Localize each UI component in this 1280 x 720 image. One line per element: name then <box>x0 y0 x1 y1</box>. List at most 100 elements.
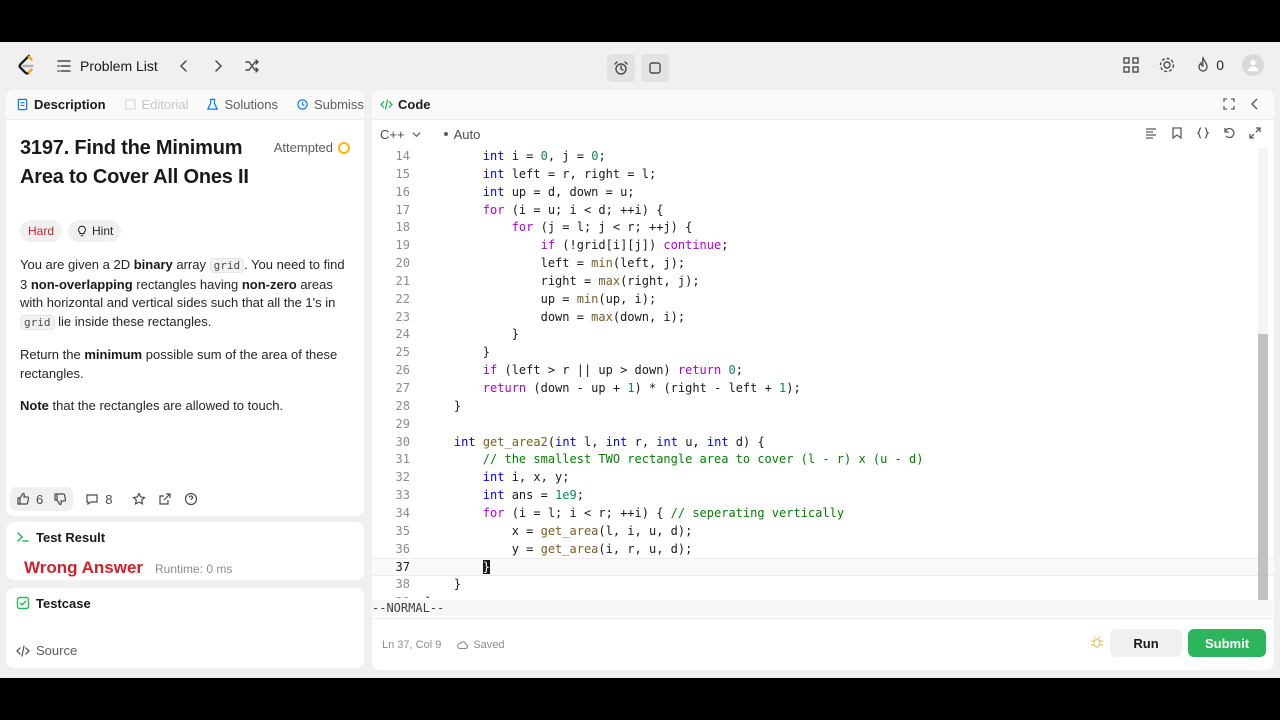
code-line[interactable]: 20 left = min(left, j); <box>372 255 1274 273</box>
scrollbar-thumb[interactable] <box>1258 334 1268 604</box>
line-number: 39 <box>372 594 410 598</box>
line-number: 18 <box>395 220 410 235</box>
like-button[interactable]: 6 <box>16 492 43 507</box>
attempted-icon <box>338 141 350 154</box>
description-text: rectangles having <box>132 276 242 292</box>
hint-badge[interactable]: Hint <box>68 220 122 242</box>
code-line[interactable]: 15 int left = r, right = l; <box>372 166 1274 184</box>
app-window: Problem List 0 Description Editorial Sol… <box>0 42 1280 678</box>
code-text: down = max(down, i); <box>425 309 686 324</box>
layout-grid-icon[interactable] <box>1122 56 1140 74</box>
code-line[interactable]: 34 for (i = l; i < r; ++i) { // seperati… <box>372 505 1274 523</box>
tab-submissions[interactable]: Submiss <box>296 97 364 112</box>
timer-button[interactable] <box>607 54 635 82</box>
code-line[interactable]: 36 y = get_area(i, r, u, d); <box>372 541 1274 559</box>
dislike-button[interactable] <box>53 492 67 506</box>
document-icon <box>17 98 28 111</box>
share-button[interactable] <box>158 492 172 506</box>
code-line[interactable]: 39}; <box>372 594 1274 598</box>
help-icon <box>185 492 198 506</box>
auto-mode-toggle[interactable]: Auto <box>443 127 480 142</box>
tab-code[interactable]: Code <box>380 97 431 112</box>
code-line[interactable]: 23 down = max(down, i); <box>372 309 1274 327</box>
code-icon <box>380 99 393 110</box>
code-line[interactable]: 31 // the smallest TWO rectangle area to… <box>372 451 1274 469</box>
line-number: 21 <box>395 273 410 288</box>
code-line[interactable]: 28 } <box>372 398 1274 416</box>
code-editor[interactable]: 14 int i = 0, j = 0; 15 int left = r, rig… <box>372 148 1274 598</box>
bookmark-icon[interactable] <box>1170 126 1184 140</box>
notes-button[interactable] <box>641 54 669 82</box>
tab-editorial-label: Editorial <box>141 97 189 112</box>
code-line[interactable]: 33 int ans = 1e9; <box>372 487 1274 505</box>
action-bar: 6 8 <box>6 482 364 516</box>
problem-list-button[interactable]: Problem List <box>56 54 158 78</box>
gear-icon[interactable] <box>1158 56 1176 74</box>
expand-icon[interactable] <box>1248 126 1262 140</box>
description-text: array <box>172 257 210 272</box>
like-count: 6 <box>36 491 44 507</box>
prev-problem-button[interactable] <box>176 54 192 78</box>
reset-icon[interactable] <box>1222 126 1236 140</box>
bug-icon[interactable] <box>1090 635 1104 649</box>
tab-code-label: Code <box>398 97 431 112</box>
code-line[interactable]: 30 int get_area2(int l, int r, int u, in… <box>372 434 1274 452</box>
submit-button[interactable]: Submit <box>1188 629 1266 657</box>
code-line[interactable]: 16 int up = d, down = u; <box>372 184 1274 202</box>
code-line[interactable]: 21 right = max(right, j); <box>372 273 1274 291</box>
bold-term: minimum <box>84 347 143 362</box>
editor-scrollbar[interactable] <box>1258 148 1268 606</box>
line-number: 28 <box>395 398 410 413</box>
code-line[interactable]: 19 if (!grid[i][j]) continue; <box>372 237 1274 255</box>
code-line[interactable]: 38 } <box>372 576 1274 594</box>
code-line[interactable]: 26 if (left > r || up > down) return 0; <box>372 362 1274 380</box>
favorite-button[interactable] <box>132 492 147 506</box>
like-group: 6 <box>10 487 74 511</box>
code-line[interactable]: 29 <box>372 416 1274 434</box>
line-number: 35 <box>395 523 410 538</box>
note-icon <box>649 62 661 74</box>
test-result-header[interactable]: Test Result <box>6 522 364 552</box>
help-button[interactable] <box>184 492 198 506</box>
line-number: 20 <box>395 256 410 271</box>
code-line[interactable]: 37 } <box>372 558 1274 577</box>
attempted-status: Attempted <box>274 140 350 155</box>
avatar[interactable] <box>1242 54 1264 76</box>
code-line[interactable]: 35 x = get_area(l, i, u, d); <box>372 523 1274 541</box>
code-text: y = get_area(i, r, u, d); <box>425 541 693 556</box>
code-line[interactable]: 32 int i, x, y; <box>372 469 1274 487</box>
page-title[interactable]: 3197. Find the Minimum Area to Cover All… <box>20 134 268 192</box>
code-line[interactable]: 22 up = min(up, i); <box>372 291 1274 309</box>
random-problem-button[interactable] <box>244 54 260 78</box>
text-cursor: } <box>482 560 491 575</box>
code-line[interactable]: 18 for (j = l; j < r; ++j) { <box>372 219 1274 237</box>
comments-button[interactable]: 8 <box>85 492 112 507</box>
tab-solutions[interactable]: Solutions <box>206 97 278 112</box>
code-line[interactable]: 24 } <box>372 326 1274 344</box>
code-text: right = max(right, j); <box>425 273 700 288</box>
streak-counter[interactable]: 0 <box>1194 56 1224 74</box>
code-text: // the smallest TWO rectangle area to co… <box>482 452 924 467</box>
format-icon[interactable] <box>1144 126 1158 140</box>
tab-editorial[interactable]: Editorial <box>124 97 189 112</box>
testcase-header[interactable]: Testcase <box>6 588 364 618</box>
next-problem-button[interactable] <box>210 54 226 78</box>
collapse-icon[interactable] <box>1248 97 1262 111</box>
source-button[interactable]: Source <box>16 643 77 658</box>
code-line[interactable]: 14 int i = 0, j = 0; <box>372 148 1274 166</box>
line-number: 16 <box>395 184 410 199</box>
vim-mode-indicator: --NORMAL-- <box>372 600 1274 616</box>
line-number: 31 <box>395 452 410 467</box>
description-text: lie inside these rectangles. <box>54 313 212 329</box>
code-line[interactable]: 17 for (i = u; i < d; ++i) { <box>372 202 1274 220</box>
code-line[interactable]: 27 return (down - up + 1) * (right - lef… <box>372 380 1274 398</box>
tab-description[interactable]: Description <box>16 97 106 112</box>
testcase-title: Testcase <box>36 595 91 611</box>
run-button[interactable]: Run <box>1110 629 1182 657</box>
maximize-icon[interactable] <box>1222 97 1236 111</box>
language-select[interactable]: C++ <box>380 127 422 142</box>
leetcode-logo-icon[interactable] <box>16 54 38 78</box>
code-line[interactable]: 25 } <box>372 344 1274 362</box>
braces-icon[interactable] <box>1196 126 1210 140</box>
thumbs-down-icon <box>54 493 67 506</box>
